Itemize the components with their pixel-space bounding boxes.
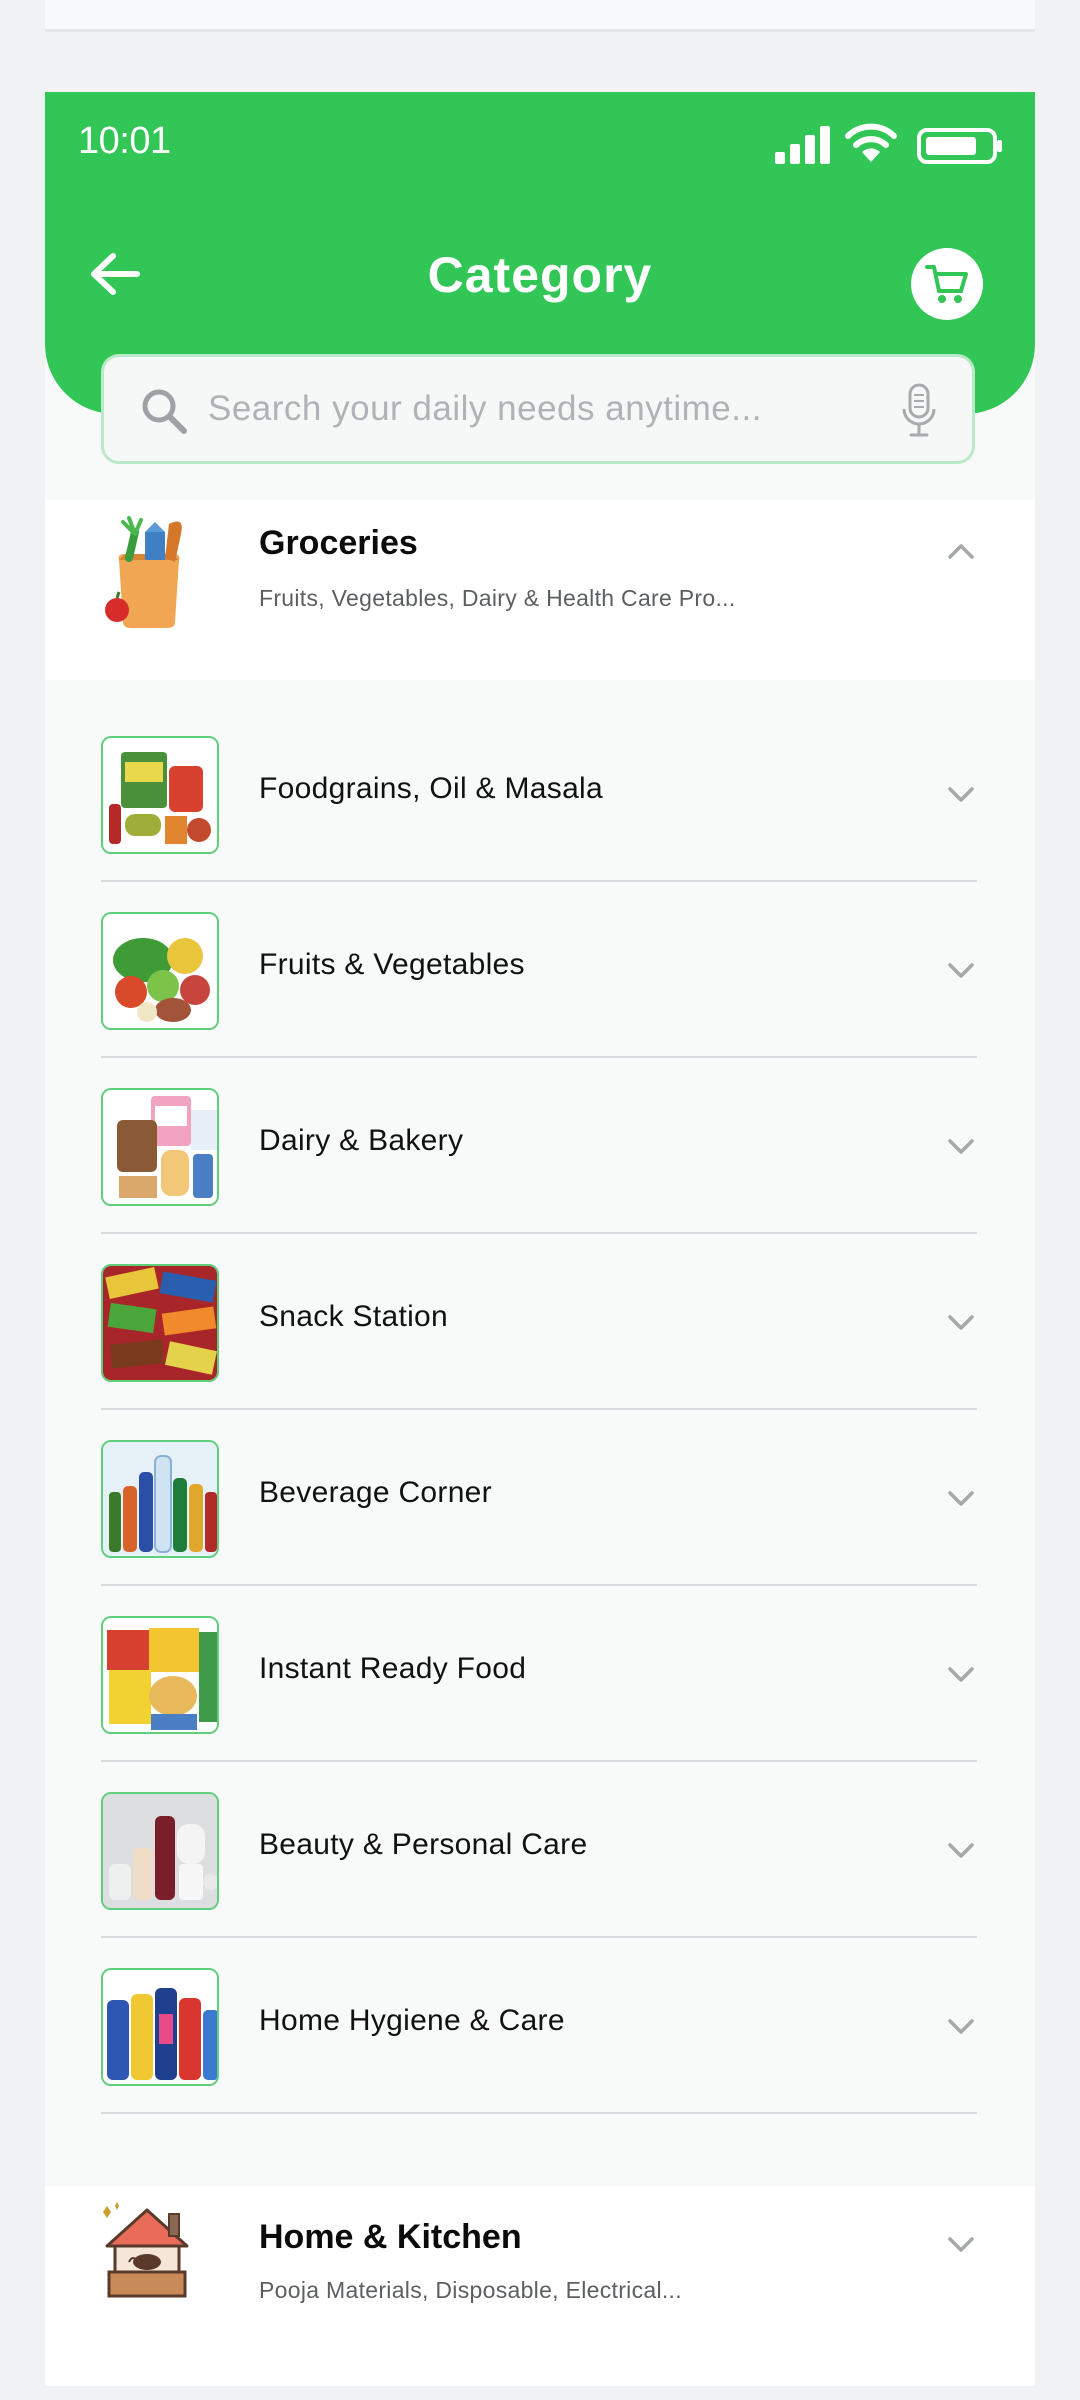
dairy-bakery-image (103, 1090, 217, 1204)
subcategory-label: Beauty & Personal Care (259, 1828, 588, 1861)
grocery-bag-icon (105, 516, 182, 628)
subcategory-image (101, 736, 219, 854)
instant-food-image (103, 1618, 217, 1732)
subcategory-image (101, 1088, 219, 1206)
list-bottom-gap (45, 2386, 1035, 2400)
subcategory-image (101, 1616, 219, 1734)
previous-screen-edge (45, 0, 1035, 32)
fruits-vegetables-image (103, 914, 217, 1028)
search-bar[interactable]: Search your daily needs anytime... (101, 354, 975, 464)
subcategory-label: Home Hygiene & Care (259, 2004, 565, 2037)
snacks-image (103, 1266, 217, 1380)
signal-icon (775, 126, 830, 164)
chevron-up-icon[interactable] (947, 542, 975, 560)
subcategory-image (101, 1440, 219, 1558)
subcategory-image (101, 912, 219, 1030)
cart-icon (925, 265, 968, 303)
subcategory-item[interactable]: Foodgrains, Oil & Masala (101, 706, 977, 882)
subcategory-image (101, 1968, 219, 2086)
subcategory-item[interactable]: Beauty & Personal Care (101, 1762, 977, 1938)
subcategory-label: Beverage Corner (259, 1476, 492, 1509)
status-time: 10:01 (78, 120, 171, 162)
search-input[interactable]: Search your daily needs anytime... (208, 389, 762, 429)
subcategory-label: Snack Station (259, 1300, 449, 1333)
category-groceries[interactable]: Groceries Fruits, Vegetables, Dairy & He… (45, 500, 1035, 680)
chevron-down-icon[interactable] (947, 1666, 975, 1684)
microphone-icon[interactable] (902, 383, 936, 439)
search-icon (142, 389, 187, 434)
chevron-down-icon[interactable] (947, 1314, 975, 1332)
chevron-down-icon[interactable] (947, 1138, 975, 1156)
subcategory-image (101, 1792, 219, 1910)
beverages-image (103, 1442, 217, 1556)
category-name: Groceries (259, 524, 418, 562)
subcategory-item[interactable]: Home Hygiene & Care (101, 1938, 977, 2114)
category-description: Pooja Materials, Disposable, Electrical.… (259, 2277, 682, 2303)
subcategory-label: Dairy & Bakery (259, 1124, 464, 1157)
beauty-care-image (103, 1794, 217, 1908)
subcategory-label: Foodgrains, Oil & Masala (259, 772, 604, 805)
subcategory-item[interactable]: Dairy & Bakery (101, 1058, 977, 1234)
page-title: Category (427, 247, 653, 303)
subcategory-item[interactable]: Snack Station (101, 1234, 977, 1410)
subcategory-label: Instant Ready Food (259, 1652, 527, 1685)
category-home-kitchen[interactable]: Home & Kitchen Pooja Materials, Disposab… (45, 2186, 1035, 2386)
house-kitchen-icon (103, 2202, 189, 2298)
phone-screen: 10:01 Category Search your daily needs a… (45, 92, 1035, 2400)
home-hygiene-image (103, 1970, 217, 2084)
cart-button[interactable] (911, 248, 983, 320)
chevron-down-icon[interactable] (947, 1490, 975, 1508)
battery-icon (917, 128, 1002, 164)
chevron-down-icon[interactable] (947, 962, 975, 980)
subcategory-label: Fruits & Vegetables (259, 948, 525, 981)
category-description: Fruits, Vegetables, Dairy & Health Care … (259, 585, 736, 611)
chevron-down-icon[interactable] (947, 1842, 975, 1860)
chevron-down-icon[interactable] (947, 2236, 975, 2254)
subcategory-item[interactable]: Fruits & Vegetables (101, 882, 977, 1058)
chevron-down-icon[interactable] (947, 2018, 975, 2036)
foodgrains-image (103, 738, 217, 852)
subcategory-item[interactable]: Beverage Corner (101, 1410, 977, 1586)
wifi-icon (845, 123, 897, 162)
chevron-down-icon[interactable] (947, 786, 975, 804)
subcategory-image (101, 1264, 219, 1382)
category-name: Home & Kitchen (259, 2218, 522, 2256)
subcategory-item[interactable]: Instant Ready Food (101, 1586, 977, 1762)
